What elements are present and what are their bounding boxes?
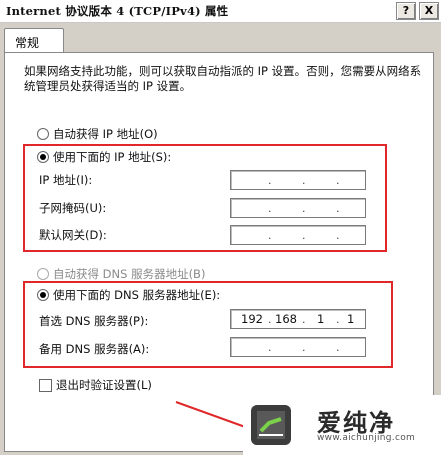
tcpip-properties-dialog: Internet 协议版本 4 (TCP/IPv4) 属性 ? X 常规 如果网… [0, 0, 441, 455]
annotation-arrow [175, 401, 249, 429]
watermark-url: www.aichunjing.com [317, 433, 416, 443]
watermark-logo: 爱纯净 www.aichunjing.com [243, 395, 441, 455]
logo-mark-icon [251, 405, 291, 445]
